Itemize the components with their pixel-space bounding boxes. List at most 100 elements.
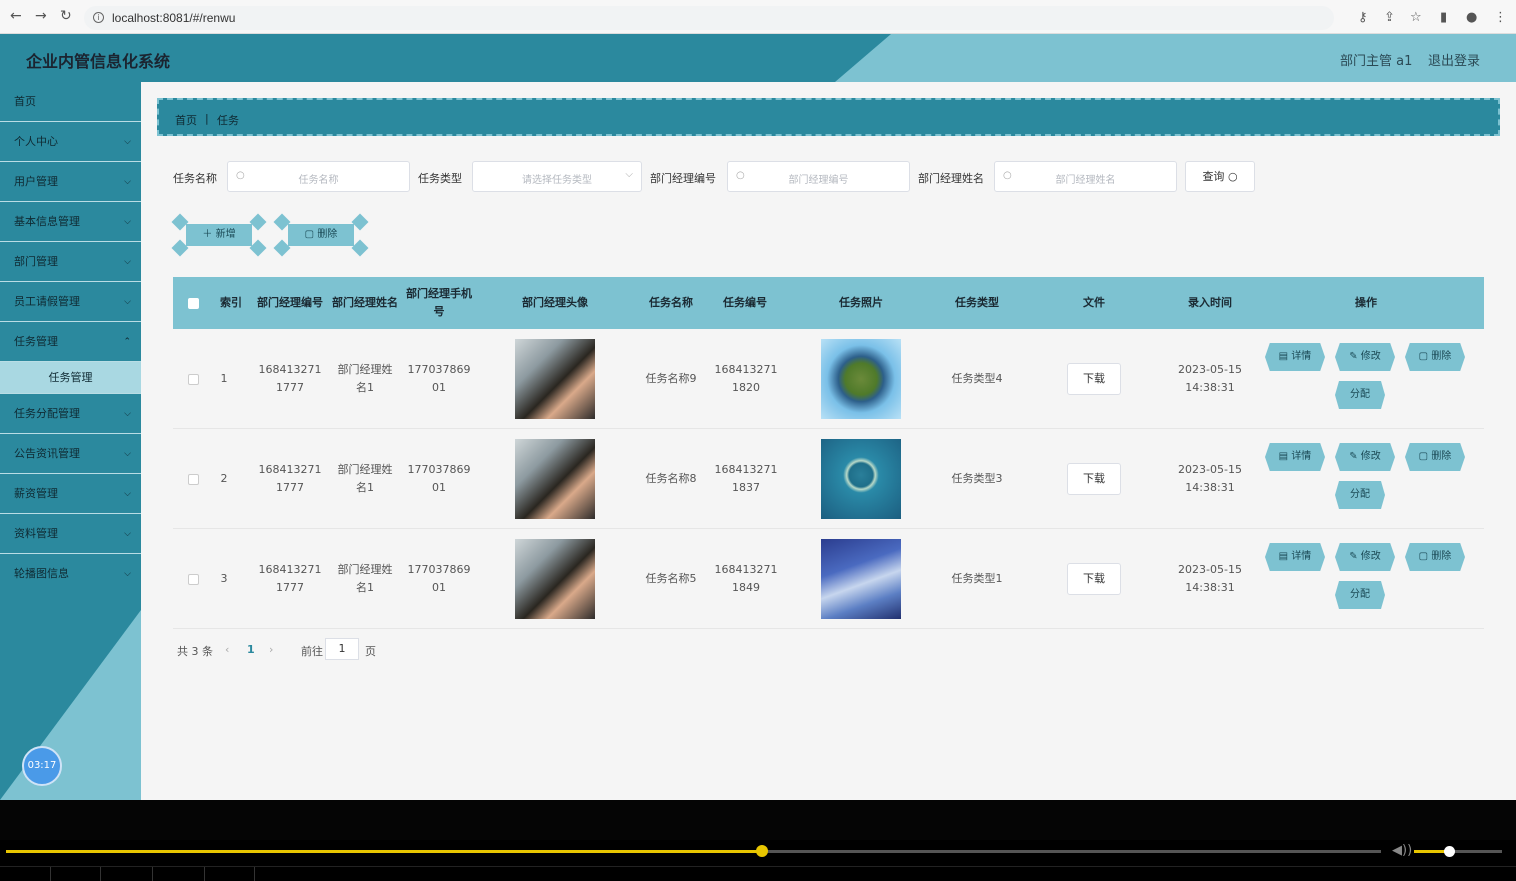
detail-button[interactable]: ▤ 详情 xyxy=(1265,343,1325,371)
pager-page-1[interactable]: 1 xyxy=(247,643,255,656)
manager-avatar xyxy=(515,539,595,619)
sidebar-item-label: 公告资讯管理 xyxy=(14,447,80,460)
col-mgr-name: 部门经理姓名 xyxy=(332,296,398,309)
sidebar-item-departments[interactable]: 部门管理 ⌵ xyxy=(0,242,141,282)
app-title: 企业内管信息化系统 xyxy=(26,52,171,71)
table-row: 2 1684132711777 部门经理姓名1 17703786901 任务名称… xyxy=(173,429,1484,529)
sidebar-item-salary[interactable]: 薪资管理 ⌵ xyxy=(0,474,141,514)
task-name-label: 任务名称 xyxy=(173,172,217,185)
edit-label: 修改 xyxy=(1360,551,1381,562)
reload-icon[interactable]: ↻ xyxy=(60,8,72,24)
row-checkbox[interactable] xyxy=(187,573,199,585)
sidebar-subitem-tasks[interactable]: 任务管理 xyxy=(0,362,141,394)
cell-task-no: 1684132711849 xyxy=(714,563,778,594)
sidebar-item-carousel[interactable]: 轮播图信息 ⌵ xyxy=(0,554,141,594)
assign-button[interactable]: 分配 xyxy=(1335,581,1385,609)
delete-button[interactable]: ▢ 删除 xyxy=(1405,443,1465,471)
sidebar-item-task-assign[interactable]: 任务分配管理 ⌵ xyxy=(0,394,141,434)
cell-mgr-phone: 17703786901 xyxy=(407,363,471,394)
sidebar-item-users[interactable]: 用户管理 ⌵ xyxy=(0,162,141,202)
col-file: 文件 xyxy=(1083,296,1105,309)
col-ops: 操作 xyxy=(1355,296,1377,309)
pager-prev[interactable]: ‹ xyxy=(225,643,229,656)
forward-icon[interactable]: → xyxy=(35,8,47,24)
profile-icon[interactable]: ● xyxy=(1466,10,1477,25)
detail-button[interactable]: ▤ 详情 xyxy=(1265,443,1325,471)
key-icon[interactable]: ⚷ xyxy=(1358,10,1368,25)
cell-mgr-phone: 17703786901 xyxy=(407,563,471,594)
sidebar-item-profile[interactable]: 个人中心 ⌵ xyxy=(0,122,141,162)
address-bar[interactable] xyxy=(84,6,1334,30)
row-checkbox[interactable] xyxy=(187,473,199,485)
cell-file: 下载 xyxy=(1053,329,1135,429)
col-index: 索引 xyxy=(220,296,242,309)
detail-button[interactable]: ▤ 详情 xyxy=(1265,543,1325,571)
star-icon[interactable]: ☆ xyxy=(1410,10,1422,25)
edit-icon: ✎ xyxy=(1349,451,1358,462)
timer-badge[interactable]: 03:17 xyxy=(22,746,62,786)
edit-button[interactable]: ✎ 修改 xyxy=(1335,343,1395,371)
edit-button[interactable]: ✎ 修改 xyxy=(1335,543,1395,571)
sidebar-item-leave[interactable]: 员工请假管理 ⌵ xyxy=(0,282,141,322)
download-button[interactable]: 下载 xyxy=(1067,363,1121,395)
share-icon[interactable]: ⇪ xyxy=(1384,10,1395,25)
download-button[interactable]: 下载 xyxy=(1067,563,1121,595)
row-select-cell xyxy=(173,329,213,429)
mgr-no-input[interactable]: ○ 部门经理编号 xyxy=(727,161,910,192)
row-checkbox[interactable] xyxy=(187,373,199,385)
mgr-name-input[interactable]: ○ 部门经理姓名 xyxy=(994,161,1177,192)
add-button[interactable]: ＋ 新增 xyxy=(171,213,267,257)
assign-button[interactable]: 分配 xyxy=(1335,381,1385,409)
select-all-checkbox[interactable] xyxy=(187,297,199,309)
pager-next[interactable]: › xyxy=(269,643,273,656)
edit-button[interactable]: ✎ 修改 xyxy=(1335,443,1395,471)
task-name-input[interactable]: ○ 任务名称 xyxy=(227,161,410,192)
sidebar-item-home[interactable]: 首页 xyxy=(0,82,141,122)
query-button[interactable]: 查询 ○ xyxy=(1185,161,1255,192)
batch-delete-label: 删除 xyxy=(317,229,338,240)
sidebar-item-documents[interactable]: 资料管理 ⌵ xyxy=(0,514,141,554)
volume-handle[interactable] xyxy=(1444,846,1455,857)
delete-button[interactable]: ▢ 删除 xyxy=(1405,343,1465,371)
menu-icon[interactable]: ⋮ xyxy=(1494,10,1507,25)
add-button-corner xyxy=(249,239,267,257)
pager-goto-suffix: 页 xyxy=(365,645,376,658)
assign-button[interactable]: 分配 xyxy=(1335,481,1385,509)
batch-delete-button[interactable]: ▢ 删除 xyxy=(273,213,369,257)
current-user[interactable]: 部门主管 a1 xyxy=(1340,50,1412,69)
sidepanel-icon[interactable]: ▮ xyxy=(1440,10,1447,25)
top-header: 企业内管信息化系统 部门主管 a1 退出登录 xyxy=(0,34,1516,82)
seek-handle[interactable] xyxy=(756,845,768,857)
sidebar-item-tasks[interactable]: 任务管理 ⌃ xyxy=(0,322,141,362)
task-name-placeholder: 任务名称 xyxy=(298,175,339,186)
sidebar-item-basic-info[interactable]: 基本信息管理 ⌵ xyxy=(0,202,141,242)
segment-divider xyxy=(100,867,101,881)
cell-file: 下载 xyxy=(1053,529,1135,629)
back-icon[interactable]: ← xyxy=(10,8,22,24)
cell-photo xyxy=(791,429,931,529)
pager-goto-input[interactable]: 1 xyxy=(325,638,359,660)
delete-button[interactable]: ▢ 删除 xyxy=(1405,543,1465,571)
breadcrumb-home[interactable]: 首页 xyxy=(175,112,197,128)
col-mgr-no: 部门经理编号 xyxy=(257,296,323,309)
cell-mgr-name: 部门经理姓名1 xyxy=(337,463,393,494)
col-time: 录入时间 xyxy=(1188,296,1232,309)
sidebar-item-news[interactable]: 公告资讯管理 ⌵ xyxy=(0,434,141,474)
manager-avatar xyxy=(515,439,595,519)
pager-goto-prefix: 前往 xyxy=(301,645,323,658)
browser-toolbar: ← → ↻ i localhost:8081/#/renwu ⚷ ⇪ ☆ ▮ ●… xyxy=(0,0,1516,34)
url-text[interactable]: localhost:8081/#/renwu xyxy=(112,11,235,25)
add-button-corner xyxy=(249,213,267,231)
logout-link[interactable]: 退出登录 xyxy=(1428,50,1480,69)
segment-divider xyxy=(152,867,153,881)
cell-avatar xyxy=(485,529,625,629)
volume-icon[interactable]: ◀)) xyxy=(1392,843,1412,858)
info-icon[interactable]: i xyxy=(93,12,104,23)
download-button[interactable]: 下载 xyxy=(1067,463,1121,495)
cell-mgr-name: 部门经理姓名1 xyxy=(337,363,393,394)
segment-divider xyxy=(50,867,51,881)
cell-task-no: 1684132711837 xyxy=(714,463,778,494)
task-table: 索引 部门经理编号 部门经理姓名 部门经理手机号 部门经理头像 任务名称 任务编… xyxy=(173,277,1484,629)
cell-index: 3 xyxy=(220,572,228,585)
task-type-select[interactable]: 请选择任务类型 ⌵ xyxy=(472,161,642,192)
